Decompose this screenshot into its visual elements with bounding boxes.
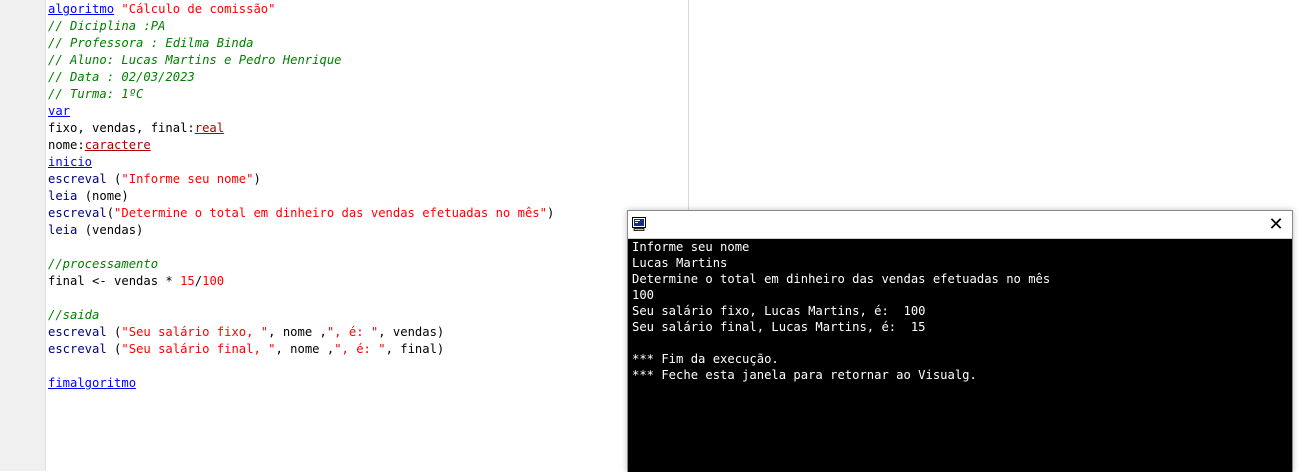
code-token-cmt: //processamento [48, 257, 159, 271]
code-token-str: ", é: " [326, 325, 379, 339]
code-token-fn: escreval [48, 206, 107, 220]
code-token-cmt: // Diciplina :PA [48, 19, 166, 33]
code-token: , nome , [275, 342, 335, 356]
code-line: inicio [48, 154, 92, 171]
code-token-num: 15 [180, 274, 195, 288]
console-output-line: *** Fim da execução. [632, 352, 779, 366]
code-token: ( [106, 206, 115, 220]
code-token: fixo, vendas, final: [48, 121, 195, 135]
code-line: // Turma: 1ºC [48, 86, 143, 103]
code-line: // Diciplina :PA [48, 18, 165, 35]
close-icon[interactable]: ✕ [1260, 211, 1292, 238]
code-token: nome: [48, 138, 85, 152]
code-line: var [48, 103, 70, 120]
console-window[interactable]: ✕ Informe seu nome Lucas Martins Determine… [627, 210, 1293, 472]
code-line: //processamento [48, 256, 158, 273]
console-output-line: Determine o total em dinheiro das vendas… [632, 272, 1051, 286]
code-token-fn: leia [48, 223, 78, 237]
code-line: // Professora : Edilma Binda [48, 35, 253, 52]
code-line: // Aluno: Lucas Martins e Pedro Henrique [48, 52, 342, 69]
code-token-type: real [194, 121, 225, 135]
code-token-cmt: // Professora : Edilma Binda [48, 36, 254, 50]
code-token-str: "Cálculo de comissão" [121, 2, 276, 16]
code-token: ( [106, 172, 122, 186]
code-line: escreval("Determine o total em dinheiro … [48, 205, 554, 222]
code-token-cmt: // Aluno: Lucas Martins e Pedro Henrique [48, 53, 342, 67]
code-line: escreval ("Informe seu nome") [48, 171, 261, 188]
code-token-str: "Seu salário final, " [121, 342, 276, 356]
code-token: (nome) [77, 189, 129, 203]
code-editor[interactable]: algoritmo "Cálculo de comissão"// Dicipl… [48, 0, 688, 471]
console-output-line: Informe seu nome [632, 240, 750, 254]
code-token-kw: var [48, 104, 71, 118]
code-line: leia (nome) [48, 188, 129, 205]
code-token-type: caractere [84, 138, 151, 152]
code-line: final <- vendas * 15/100 [48, 273, 224, 290]
code-token-str: "Informe seu nome" [121, 172, 254, 186]
code-token-kw: fimalgoritmo [48, 376, 137, 390]
code-token: final <- vendas * [48, 274, 181, 288]
code-token: (vendas) [77, 223, 144, 237]
code-line: nome:caractere [48, 137, 151, 154]
code-token: ( [106, 325, 122, 339]
code-line: escreval ("Seu salário final, ", nome ,"… [48, 341, 444, 358]
terminal-window-icon[interactable] [631, 216, 647, 232]
code-token-cmt: // Data : 02/03/2023 [48, 70, 195, 84]
code-token-str: "Determine o total em dinheiro das venda… [114, 206, 547, 220]
code-line: //saida [48, 307, 99, 324]
code-token: , vendas) [378, 325, 445, 339]
console-output-line: Seu salário final, Lucas Martins, é: 15 [632, 320, 926, 334]
code-token: ) [253, 172, 261, 186]
code-token-str: "Seu salário fixo, " [121, 325, 269, 339]
code-token-cmt: //saida [48, 308, 100, 322]
code-token-kw: algoritmo [48, 2, 115, 16]
code-token-num: 100 [202, 274, 225, 288]
console-output-line: Seu salário fixo, Lucas Martins, é: 100 [632, 304, 926, 318]
code-token: ( [106, 342, 122, 356]
code-line: fixo, vendas, final:real [48, 120, 224, 137]
console-titlebar[interactable]: ✕ [628, 211, 1292, 239]
code-token-kw: inicio [48, 155, 93, 169]
code-line: leia (vendas) [48, 222, 143, 239]
code-token: / [194, 274, 203, 288]
console-output-line: *** Feche esta janela para retornar ao V… [632, 368, 977, 382]
code-token-cmt: // Turma: 1ºC [48, 87, 144, 101]
code-token-fn: leia [48, 189, 78, 203]
code-token-fn: escreval [48, 342, 107, 356]
code-token-fn: escreval [48, 172, 107, 186]
code-token: , nome , [268, 325, 327, 339]
code-token-str: ", é: " [334, 342, 386, 356]
console-output-line: 100 [632, 288, 655, 302]
console-output: Informe seu nome Lucas Martins Determine o… [632, 239, 1288, 383]
line-gutter [0, 0, 46, 471]
code-line: algoritmo "Cálculo de comissão" [48, 1, 275, 18]
code-line: // Data : 02/03/2023 [48, 69, 195, 86]
code-token: ) [546, 206, 555, 220]
code-token: , final) [385, 342, 445, 356]
code-token-fn: escreval [48, 325, 107, 339]
code-line: escreval ("Seu salário fixo, ", nome ,",… [48, 324, 444, 341]
code-line: fimalgoritmo [48, 375, 136, 392]
console-output-line: Lucas Martins [632, 256, 728, 270]
